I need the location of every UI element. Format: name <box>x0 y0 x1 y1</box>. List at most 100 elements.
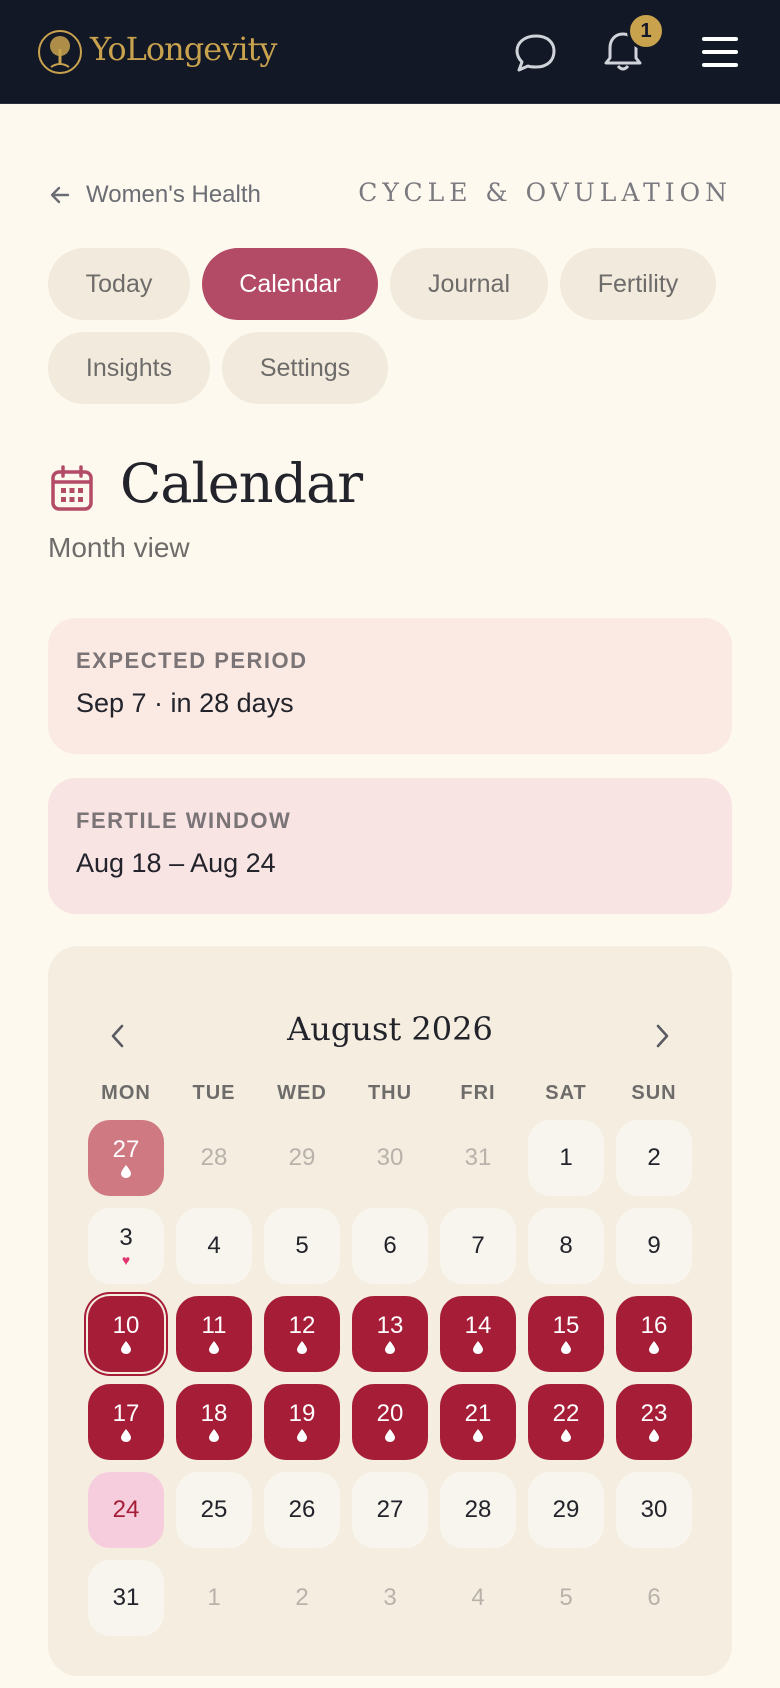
calendar-day[interactable]: 27 <box>88 1120 164 1196</box>
calendar-day[interactable]: 23 <box>616 1384 692 1460</box>
day-number: 31 <box>112 1584 140 1611</box>
calendar-day[interactable]: 30 <box>616 1472 692 1548</box>
calendar-day[interactable]: 27 <box>352 1472 428 1548</box>
page-subtitle: Month view <box>48 532 190 563</box>
day-number: 6 <box>383 1232 397 1259</box>
day-number: 28 <box>200 1144 228 1171</box>
expected-period-value: Sep 7 · in 28 days <box>76 688 294 718</box>
period-drop-icon <box>385 1341 395 1355</box>
calendar-day[interactable]: 13 <box>352 1296 428 1372</box>
period-drop-icon <box>385 1429 395 1443</box>
period-drop-icon <box>297 1429 307 1443</box>
tab-journal[interactable]: Journal <box>390 248 548 320</box>
day-number: 27 <box>376 1496 404 1523</box>
day-number: 12 <box>288 1312 316 1339</box>
calendar-day[interactable]: 16 <box>616 1296 692 1372</box>
calendar-day: 3 <box>352 1560 428 1636</box>
day-number: 8 <box>559 1232 573 1259</box>
calendar-icon <box>51 465 93 511</box>
calendar-day[interactable]: 24 <box>88 1472 164 1548</box>
day-number: 14 <box>464 1312 492 1339</box>
day-number: 21 <box>464 1400 492 1427</box>
calendar-day[interactable]: 15 <box>528 1296 604 1372</box>
weekday-thu: THU <box>367 1082 413 1104</box>
calendar-day[interactable]: 18 <box>176 1384 252 1460</box>
tab-calendar[interactable]: Calendar <box>202 248 378 320</box>
calendar-day[interactable]: 10 <box>88 1296 164 1372</box>
day-number: 29 <box>552 1496 580 1523</box>
day-number: 24 <box>112 1496 140 1523</box>
period-drop-icon <box>649 1429 659 1443</box>
period-drop-icon <box>561 1429 571 1443</box>
calendar-day: 1 <box>176 1560 252 1636</box>
calendar-day[interactable]: 22 <box>528 1384 604 1460</box>
period-drop-icon <box>209 1341 219 1355</box>
day-number: 15 <box>552 1312 580 1339</box>
brand-name[interactable]: YoLongevity <box>90 30 277 68</box>
calendar-day: 4 <box>440 1560 516 1636</box>
weekday-tue: TUE <box>192 1082 236 1104</box>
day-number: 31 <box>464 1144 492 1171</box>
tab-insights[interactable]: Insights <box>48 332 210 404</box>
tab-today[interactable]: Today <box>48 248 190 320</box>
weekday-sun: SUN <box>631 1082 677 1104</box>
menu-button[interactable] <box>698 34 742 70</box>
day-number: 2 <box>647 1144 661 1171</box>
period-drop-icon <box>473 1429 483 1443</box>
day-number: 27 <box>112 1136 140 1163</box>
day-number: 16 <box>640 1312 668 1339</box>
day-number: 9 <box>647 1232 661 1259</box>
period-drop-icon <box>121 1165 131 1179</box>
next-month-button[interactable] <box>642 1016 682 1056</box>
period-drop-icon <box>121 1341 131 1355</box>
calendar-day[interactable]: 28 <box>440 1472 516 1548</box>
calendar-day[interactable]: 8 <box>528 1208 604 1284</box>
back-link[interactable]: Women's Health <box>48 178 261 212</box>
day-number: 6 <box>647 1584 661 1611</box>
fertile-window-value: Aug 18 – Aug 24 <box>76 848 276 878</box>
day-number: 30 <box>640 1496 668 1523</box>
calendar-day[interactable]: 29 <box>528 1472 604 1548</box>
calendar-day[interactable]: 5 <box>264 1208 340 1284</box>
back-link-label: Women's Health <box>86 181 261 208</box>
day-number: 23 <box>640 1400 668 1427</box>
calendar-day[interactable]: 11 <box>176 1296 252 1372</box>
calendar-day[interactable]: 4 <box>176 1208 252 1284</box>
calendar-day[interactable]: 6 <box>352 1208 428 1284</box>
day-number: 17 <box>112 1400 140 1427</box>
calendar-day[interactable]: 25 <box>176 1472 252 1548</box>
page-title: Calendar <box>120 452 363 515</box>
fertile-window-card: FERTILE WINDOW Aug 18 – Aug 24 <box>48 778 732 914</box>
calendar-day[interactable]: 1 <box>528 1120 604 1196</box>
day-number: 5 <box>559 1584 573 1611</box>
calendar-day[interactable]: 12 <box>264 1296 340 1372</box>
calendar-day[interactable]: 31 <box>88 1560 164 1636</box>
calendar-day[interactable]: 17 <box>88 1384 164 1460</box>
notification-badge: 1 <box>627 12 665 50</box>
day-number: 19 <box>288 1400 316 1427</box>
calendar-day[interactable]: 2 <box>616 1120 692 1196</box>
calendar-day[interactable]: 26 <box>264 1472 340 1548</box>
top-bar: YoLongevity 1 <box>0 0 780 104</box>
day-number: 5 <box>295 1232 309 1259</box>
day-number: 3 <box>119 1224 133 1251</box>
calendar-day[interactable]: 3 ♥ <box>88 1208 164 1284</box>
tab-settings[interactable]: Settings <box>222 332 388 404</box>
calendar-day[interactable]: 21 <box>440 1384 516 1460</box>
weekday-fri: FRI <box>460 1082 496 1104</box>
day-number: 3 <box>383 1584 397 1611</box>
heart-icon: ♥ <box>121 1252 131 1268</box>
calendar-day[interactable]: 20 <box>352 1384 428 1460</box>
calendar-day[interactable]: 7 <box>440 1208 516 1284</box>
calendar-day[interactable]: 9 <box>616 1208 692 1284</box>
day-number: 22 <box>552 1400 580 1427</box>
day-number: 18 <box>200 1400 228 1427</box>
calendar-day[interactable]: 14 <box>440 1296 516 1372</box>
day-number: 1 <box>207 1584 221 1611</box>
tree-logo-icon[interactable] <box>37 29 83 75</box>
tab-fertility[interactable]: Fertility <box>560 248 716 320</box>
day-number: 2 <box>295 1584 309 1611</box>
calendar-day[interactable]: 19 <box>264 1384 340 1460</box>
month-calendar: August 2026 MON TUE WED THU FRI SAT SUN 27 28 29 3… <box>48 946 732 1676</box>
chat-button[interactable] <box>511 30 561 74</box>
